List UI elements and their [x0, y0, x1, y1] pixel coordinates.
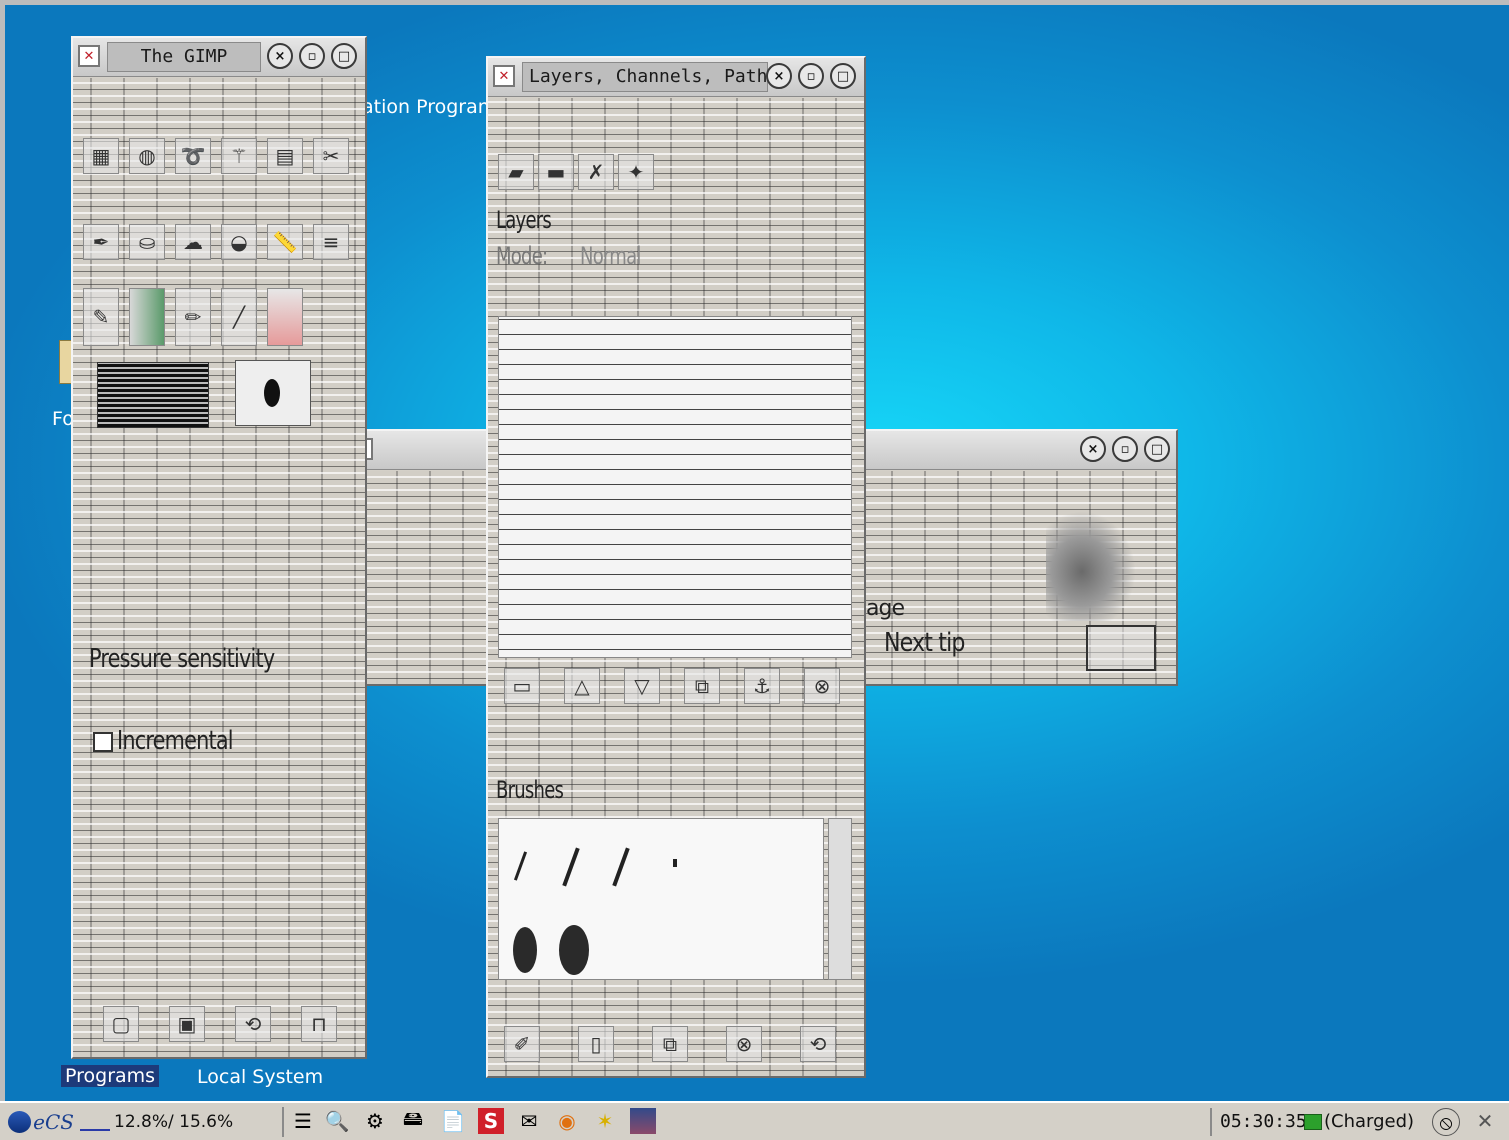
close-button[interactable]: × — [267, 43, 293, 69]
duplicate-layer-icon[interactable]: ⧉ — [684, 668, 720, 704]
clock[interactable]: 05:30:35 — [1210, 1108, 1307, 1136]
pressure-sensitivity-option[interactable]: Pressure sensitivity — [89, 644, 275, 674]
maximize-button[interactable]: □ — [1144, 436, 1170, 462]
brush-new-icon[interactable]: ▯ — [578, 1026, 614, 1062]
window-menu-icon[interactable]: ✕ — [78, 45, 100, 67]
lasso-tool-icon[interactable]: ➰ — [175, 138, 211, 174]
color-select-tool-icon[interactable]: ▤ — [267, 138, 303, 174]
raise-layer-icon[interactable]: △ — [564, 668, 600, 704]
delete-layer-icon[interactable]: ⊗ — [804, 668, 840, 704]
maximize-button[interactable]: □ — [830, 63, 856, 89]
firefox-icon[interactable]: ◉ — [554, 1108, 580, 1134]
taskbar: eCS 12.8%/ 15.6% ☰ 🔍 ⚙ 🖴 📄 S ✉ ◉ ✶ 05:30… — [0, 1101, 1509, 1140]
brush-scrollbar[interactable] — [828, 818, 852, 980]
scissors-tool-icon[interactable]: ✂ — [313, 138, 349, 174]
gimp-taskbar-icon[interactable] — [630, 1108, 656, 1134]
ink-tool-icon[interactable]: ✎ — [83, 288, 119, 346]
window-menu-icon[interactable]: ✕ — [493, 65, 515, 87]
clone-tool-icon[interactable]: ⛀ — [129, 224, 165, 260]
ecs-logo-icon — [8, 1111, 32, 1133]
pencil-tool-icon[interactable]: ✏ — [175, 288, 211, 346]
layers-tab-label[interactable]: Layers — [496, 206, 552, 234]
battery-status-text: (Charged) — [1324, 1111, 1415, 1132]
incremental-label: Incremental — [117, 726, 234, 756]
gradient-tool-icon[interactable] — [129, 288, 165, 346]
airbrush-tool-icon[interactable]: ╱ — [221, 288, 257, 346]
tip-age-label: age — [866, 596, 905, 621]
battery-status[interactable]: (Charged) — [1304, 1108, 1414, 1136]
brush-edit-icon[interactable]: ✐ — [504, 1026, 540, 1062]
eraser-tool-icon[interactable] — [267, 288, 303, 346]
undo-tab-icon[interactable]: ✦ — [618, 154, 654, 190]
close-tip-button[interactable] — [1086, 625, 1156, 671]
ellipse-select-tool-icon[interactable]: ◍ — [129, 138, 165, 174]
battery-icon — [1304, 1114, 1322, 1130]
save-options-icon[interactable]: ▢ — [103, 1006, 139, 1042]
mode-label: Mode: — [496, 242, 548, 270]
reset-options-icon[interactable]: ⟲ — [235, 1006, 271, 1042]
brush-refresh-icon[interactable]: ⟲ — [800, 1026, 836, 1062]
desktop-label-integration-program[interactable]: ation Program — [362, 96, 496, 118]
fg-bg-color-icon[interactable] — [97, 362, 209, 428]
window-title: The GIMP — [107, 42, 261, 72]
channels-tab-icon[interactable]: ▬ — [538, 154, 574, 190]
next-tip-button[interactable]: Next tip — [884, 628, 965, 658]
window-list-icon[interactable]: ☰ — [290, 1108, 316, 1134]
messenger-icon[interactable]: ✉ — [516, 1108, 542, 1134]
close-button[interactable]: × — [1080, 436, 1106, 462]
minimize-button[interactable]: ▫ — [798, 63, 824, 89]
incremental-checkbox[interactable] — [93, 732, 113, 752]
ecs-logo-text: eCS — [33, 1110, 74, 1134]
brushes-tab-label[interactable]: Brushes — [496, 776, 564, 804]
paths-tab-icon[interactable]: ✗ — [578, 154, 614, 190]
taskbar-separator — [282, 1107, 284, 1137]
maximize-button[interactable]: □ — [331, 43, 357, 69]
magic-wand-tool-icon[interactable]: ⚚ — [221, 138, 257, 174]
layer-list[interactable] — [498, 316, 852, 658]
brush-indicator-icon[interactable] — [235, 360, 311, 426]
rect-select-tool-icon[interactable]: ▦ — [83, 138, 119, 174]
layers-titlebar[interactable]: ✕ Layers, Channels, Paths, × ▫ □ — [488, 58, 864, 97]
delete-options-icon[interactable]: ⊓ — [301, 1006, 337, 1042]
gimp-toolbox-window[interactable]: ✕ The GIMP × ▫ □ ▦ ◍ ➰ ⚚ ▤ ✂ ✒ ⛀ ☁ ◒ 📏 ≡… — [71, 36, 367, 1059]
window-title: Layers, Channels, Paths, — [522, 62, 768, 92]
shortcut-s-icon[interactable]: S — [478, 1108, 504, 1134]
desktop-label-local-system[interactable]: Local System — [197, 1066, 323, 1088]
utility-icon[interactable]: ✶ — [592, 1108, 618, 1134]
new-layer-icon[interactable]: ▭ — [504, 668, 540, 704]
measure-tool-icon[interactable]: 📏 — [267, 224, 303, 260]
close-taskbar-icon[interactable]: ✕ — [1472, 1108, 1498, 1134]
gimp-titlebar[interactable]: ✕ The GIMP × ▫ □ — [73, 38, 365, 77]
wilber-mascot-icon — [1046, 511, 1136, 621]
layers-dialog-window[interactable]: ✕ Layers, Channels, Paths, × ▫ □ ▰ ▬ ✗ ✦… — [486, 56, 866, 1078]
brush-swatch[interactable] — [513, 927, 537, 973]
smudge-tool-icon[interactable]: ☁ — [175, 224, 211, 260]
desktop: ation Program Fo Programs Local System ✕… — [5, 5, 1509, 1101]
brush-grid[interactable] — [498, 818, 824, 980]
drive-icon[interactable]: 🖴 — [400, 1106, 426, 1134]
ecs-menu-button[interactable]: eCS — [8, 1108, 74, 1136]
paths-tool-icon[interactable]: ✒ — [83, 224, 119, 260]
settings-icon[interactable]: ⚙ — [362, 1108, 388, 1134]
anchor-layer-icon[interactable]: ⚓ — [744, 668, 780, 704]
notepad-icon[interactable]: 📄 — [440, 1108, 466, 1134]
layers-tab-icon[interactable]: ▰ — [498, 154, 534, 190]
cpu-load-text: 12.8%/ 15.6% — [114, 1112, 234, 1132]
minimize-button[interactable]: ▫ — [1112, 436, 1138, 462]
dodge-tool-icon[interactable]: ◒ — [221, 224, 257, 260]
search-icon[interactable]: 🔍 — [324, 1108, 350, 1134]
close-button[interactable]: × — [766, 63, 792, 89]
brush-swatch[interactable] — [559, 925, 589, 975]
brush-duplicate-icon[interactable]: ⧉ — [652, 1026, 688, 1062]
cpu-graph-icon — [80, 1113, 110, 1131]
minimize-button[interactable]: ▫ — [299, 43, 325, 69]
network-icon[interactable]: ⦸ — [1432, 1108, 1460, 1136]
cpu-monitor[interactable]: 12.8%/ 15.6% — [80, 1108, 276, 1136]
text-tool-icon[interactable]: ≡ — [313, 224, 349, 260]
mode-select[interactable]: Normal — [580, 242, 641, 270]
desktop-label-programs[interactable]: Programs — [61, 1065, 160, 1087]
lower-layer-icon[interactable]: ▽ — [624, 668, 660, 704]
restore-options-icon[interactable]: ▣ — [169, 1006, 205, 1042]
brush-delete-icon[interactable]: ⊗ — [726, 1026, 762, 1062]
